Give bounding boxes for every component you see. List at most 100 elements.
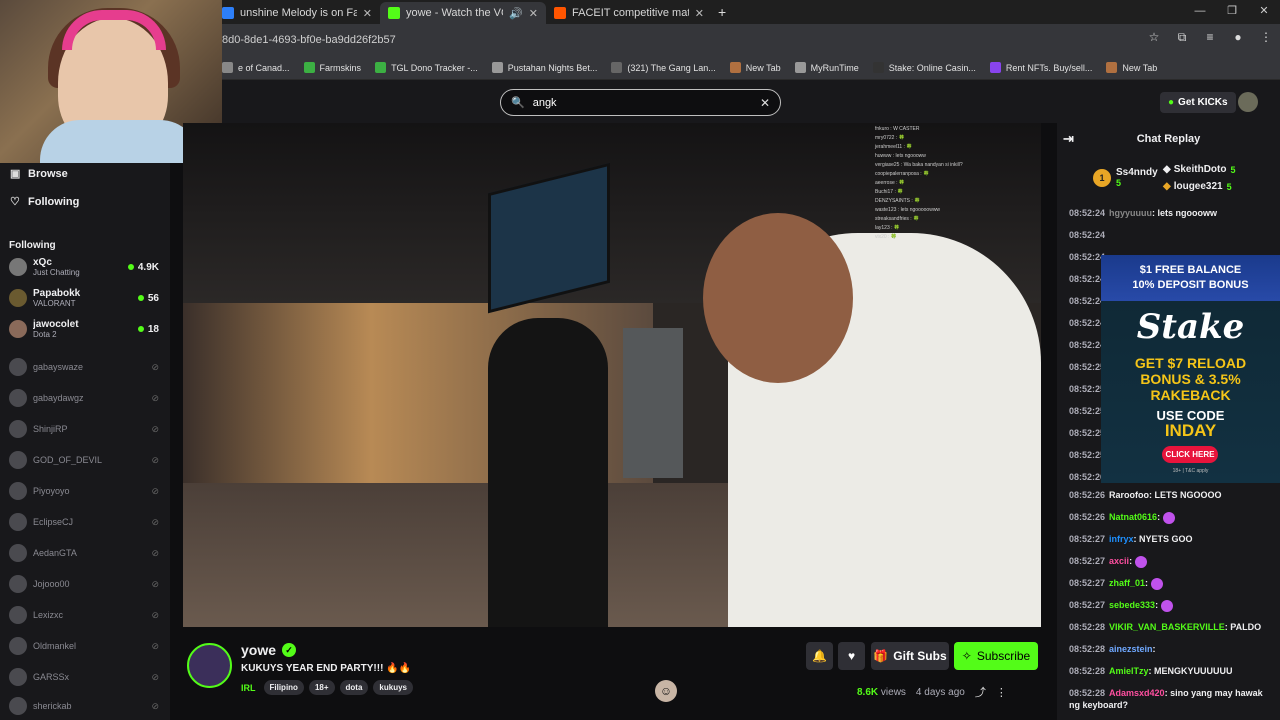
chat-username[interactable]: sebede333 [1109, 600, 1155, 610]
menu-icon[interactable]: ⋮ [1258, 30, 1274, 45]
browser-tab-active[interactable]: yowe - Watch the VOD on K 🔊 ✕ [380, 2, 546, 24]
new-tab-button[interactable]: + [718, 4, 726, 20]
offline-icon: ⊘ [151, 671, 159, 682]
bookmark-item[interactable]: TGL Dono Tracker -... [375, 62, 478, 73]
chat-timestamp: 08:52:25 [1069, 428, 1106, 438]
sidebar-channel-offline[interactable]: AedanGTA ⊘ [9, 540, 159, 566]
extensions-icon[interactable]: ⧉ [1174, 30, 1190, 45]
chat-username[interactable]: axcii [1109, 556, 1129, 566]
maximize-icon[interactable]: ❐ [1216, 0, 1248, 24]
video-scene [488, 318, 608, 627]
sidebar-channel-offline[interactable]: GOD_OF_DEVIL ⊘ [9, 447, 159, 473]
bookmark-star-icon[interactable]: ☆ [1146, 30, 1162, 45]
sidebar-channel-offline[interactable]: Jojooo00 ⊘ [9, 571, 159, 597]
chat-timestamp: 08:52:24 [1069, 318, 1106, 328]
gift-subs-button[interactable]: 🎁 Gift Subs [871, 642, 949, 670]
search-bar[interactable]: 🔍 angk ✕ [500, 89, 781, 116]
chat-text: MENGKYUUUUUU [1154, 666, 1233, 676]
category-link[interactable]: IRL [241, 683, 256, 693]
gifter-leaderboard-third[interactable]: ◆ lougee321 5 [1163, 181, 1232, 192]
user-avatar[interactable] [1238, 92, 1258, 112]
chat-username[interactable]: Natnat0616 [1109, 512, 1157, 522]
get-kicks-button[interactable]: ● Get KICKs [1160, 92, 1236, 113]
notification-bell-button[interactable]: 🔔 [806, 642, 833, 670]
gifter-leaderboard-second[interactable]: ◆ SkeithDoto 5 [1163, 164, 1236, 175]
chat-timestamp: 08:52:25 [1069, 406, 1106, 416]
sidebar-channel-papabokk[interactable]: Papabokk VALORANT 56 [9, 285, 159, 311]
sidebar-channel-offline[interactable]: sherickab ⊘ [9, 693, 159, 719]
offline-icon: ⊘ [151, 454, 159, 465]
minimize-icon[interactable]: — [1184, 0, 1216, 24]
profile-icon[interactable]: ● [1230, 30, 1246, 45]
sidebar-channel-offline[interactable]: gabaydawgz ⊘ [9, 385, 159, 411]
clear-search-icon[interactable]: ✕ [760, 96, 770, 110]
tab-audio-icon[interactable]: 🔊 [509, 7, 523, 20]
close-tab-icon[interactable]: ✕ [695, 7, 704, 20]
sidebar-channel-offline[interactable]: Piyoyoyo ⊘ [9, 478, 159, 504]
offline-icon: ⊘ [151, 485, 159, 496]
bookmark-item[interactable]: e of Canad... [222, 62, 290, 73]
bookmark-item[interactable]: Pustahan Nights Bet... [491, 62, 597, 73]
video-player[interactable]: fnkuro : W CASTER mry0722 : 🍀 jerahmeel1… [183, 123, 1041, 627]
chat-username[interactable]: ainezstein [1109, 644, 1153, 654]
chat-message: 08:52:28 AmielTzy: MENGKYUUUUUU [1069, 665, 1274, 677]
url-field[interactable]: 8d0-8de1-4693-bf0e-ba9dd26f2b57 [222, 34, 396, 46]
follow-heart-button[interactable]: ♥ [838, 642, 865, 670]
chat-timestamp: 08:52:24 [1069, 340, 1106, 350]
subscribe-button[interactable]: ✧ Subscribe [954, 642, 1038, 670]
close-tab-icon[interactable]: ✕ [529, 7, 538, 20]
sidebar-following[interactable]: ♡ Following [10, 195, 79, 209]
sidebar-channel-jawocolet[interactable]: jawocolet Dota 2 18 [9, 316, 159, 342]
tag[interactable]: dota [339, 680, 369, 695]
sidebar-browse[interactable]: ▣ Browse [10, 167, 68, 181]
media-control-icon[interactable]: ≡ [1202, 30, 1218, 45]
bookmark-favicon-icon [491, 62, 503, 73]
channel-avatar[interactable] [187, 643, 232, 688]
chat-username[interactable]: AmielTzy [1109, 666, 1149, 676]
bookmark-item[interactable]: Rent NFTs. Buy/sell... [989, 62, 1092, 73]
share-icon[interactable]: ⤴ [975, 684, 986, 700]
bookmark-favicon-icon [222, 62, 233, 73]
chat-separator: : [1152, 644, 1156, 654]
sidebar-channel-offline[interactable]: Lexizxc ⊘ [9, 602, 159, 628]
sidebar-channel-offline[interactable]: EclipseCJ ⊘ [9, 509, 159, 535]
chat-username[interactable]: Adamsxd420 [1109, 688, 1165, 698]
live-dot-icon [137, 295, 144, 301]
close-tab-icon[interactable]: ✕ [363, 7, 372, 20]
chat-username[interactable]: zhaff_01 [1109, 578, 1145, 588]
chat-username[interactable]: infryx [1109, 534, 1134, 544]
bookmark-item[interactable]: MyRunTime [794, 62, 859, 73]
sidebar-channel-offline[interactable]: GARSSx ⊘ [9, 664, 159, 690]
bookmark-item[interactable]: Stake: Online Casin... [872, 62, 976, 73]
chat-timestamp: 08:52:27 [1069, 556, 1106, 566]
search-input[interactable]: angk [533, 97, 760, 109]
tag[interactable]: 18+ [308, 680, 335, 695]
chat-username[interactable]: VIKIR_VAN_BASKERVILLE [1109, 622, 1225, 632]
close-window-icon[interactable]: ✕ [1248, 0, 1280, 24]
collapse-chat-icon[interactable]: ⇥ [1063, 131, 1074, 147]
stake-ad-banner[interactable]: $1 FREE BALANCE 10% DEPOSIT BONUS Stake … [1101, 255, 1280, 483]
bookmark-item[interactable]: (321) The Gang Lan... [611, 62, 716, 73]
chat-username[interactable]: Raroofoo [1109, 490, 1149, 500]
chat-username[interactable]: hgyyuuuu [1109, 208, 1152, 218]
tag[interactable]: kukuys [373, 680, 413, 695]
bookmark-item[interactable]: Farmskins [303, 62, 361, 73]
bookmark-item[interactable]: New Tab [729, 62, 781, 73]
channel-name[interactable]: yowe ✓ [241, 642, 297, 658]
avatar [9, 668, 27, 686]
avatar [9, 637, 27, 655]
ad-click-here-button[interactable]: CLICK HERE [1162, 446, 1218, 463]
browser-tab[interactable]: FACEIT competitive match - FAC ✕ [546, 2, 712, 24]
tag[interactable]: Filipino [263, 680, 304, 695]
sidebar-channel-offline[interactable]: Oldmankel ⊘ [9, 633, 159, 659]
sidebar-channel-xqc[interactable]: xQc Just Chatting 4.9K [9, 254, 159, 280]
bookmark-item[interactable]: New Tab [1106, 62, 1157, 73]
sidebar-channel-offline[interactable]: ShinjiRP ⊘ [9, 416, 159, 442]
more-options-icon[interactable]: ⋮ [996, 686, 1007, 699]
chat-message: 08:52:28 Adamsxd420: sino yang may hawak … [1069, 687, 1274, 711]
chat-timestamp: 08:52:26 [1069, 490, 1106, 500]
sidebar-channel-offline[interactable]: gabayswaze ⊘ [9, 354, 159, 380]
gifter-leaderboard-first[interactable]: 1 Ss4nndy 5 [1093, 167, 1158, 188]
browser-tab[interactable]: unshine Melody is on Face ✕ [214, 2, 380, 24]
offline-icon: ⊘ [151, 547, 159, 558]
